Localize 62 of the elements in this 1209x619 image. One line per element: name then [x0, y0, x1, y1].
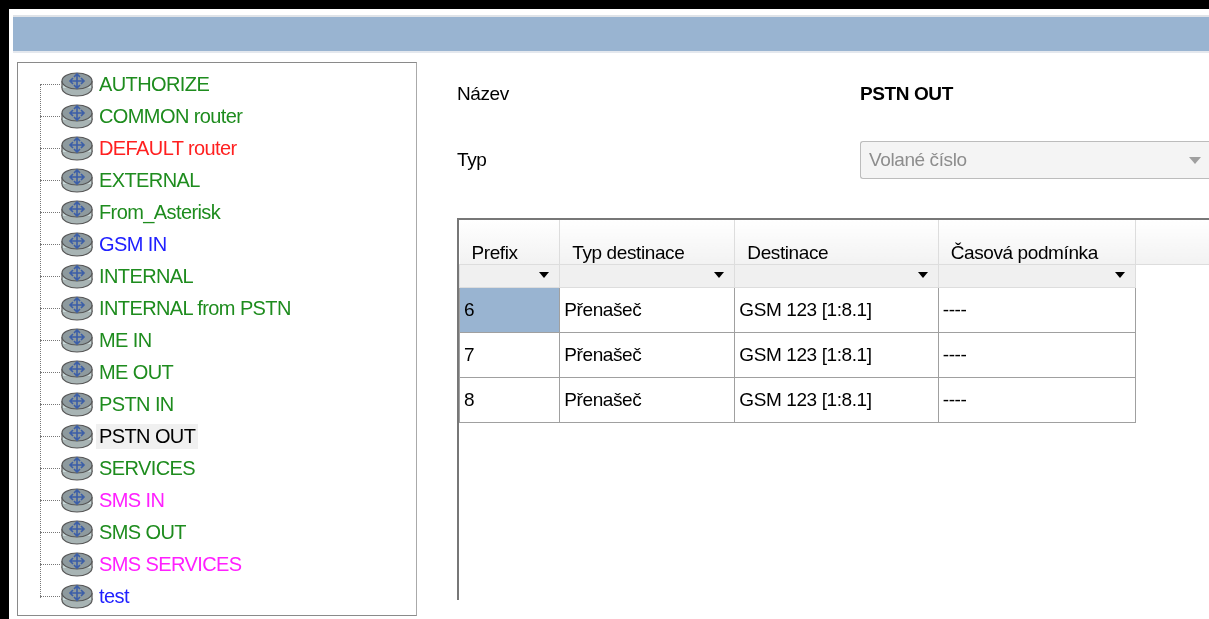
router-icon: [60, 326, 94, 354]
field-label: Název: [457, 83, 510, 105]
tree-item[interactable]: SMS OUT: [96, 519, 189, 545]
dropdown-arrow-icon: [917, 272, 928, 278]
tree-item[interactable]: PSTN OUT: [96, 423, 199, 449]
dropdown-arrow-icon: [1114, 272, 1125, 278]
router-icon: [60, 134, 94, 162]
tree-item[interactable]: GSM IN: [96, 231, 170, 257]
tree-item[interactable]: AUTHORIZE: [96, 71, 213, 97]
name-value: PSTN OUT: [860, 83, 953, 105]
table-cell: GSM 123 [1:8.1]: [734, 332, 939, 378]
filter-dropdown[interactable]: [559, 264, 735, 288]
table-cell: 6: [459, 287, 560, 333]
filter-dropdown[interactable]: [734, 264, 939, 288]
router-icon: [60, 454, 94, 482]
router-icon: [60, 102, 94, 130]
tree-item[interactable]: SMS SERVICES: [96, 551, 245, 577]
tree-item[interactable]: test: [96, 583, 132, 609]
dropdown-arrow-icon: [714, 272, 725, 278]
tree-item[interactable]: ME IN: [96, 327, 155, 353]
column-header[interactable]: Prefix: [459, 220, 560, 265]
tree-item[interactable]: SERVICES: [96, 455, 198, 481]
router-icon: [60, 70, 94, 98]
router-icon: [60, 518, 94, 546]
router-icon: [60, 390, 94, 418]
router-icon: [60, 230, 94, 258]
tree-item[interactable]: INTERNAL from PSTN: [96, 295, 294, 321]
table-cell: Přenašeč: [559, 332, 735, 378]
table-cell: ----: [938, 287, 1136, 333]
field-label: Typ: [457, 149, 488, 171]
column-header[interactable]: Časová podmínka: [938, 220, 1136, 265]
router-icon: [60, 358, 94, 386]
router-icon: [60, 486, 94, 514]
tree-item[interactable]: From_Asterisk: [96, 199, 224, 225]
tree-item[interactable]: ME OUT: [96, 359, 177, 385]
router-icon: [60, 582, 94, 610]
table-cell: GSM 123 [1:8.1]: [734, 377, 939, 423]
dropdown-arrow-icon: [1189, 156, 1201, 164]
tree-item[interactable]: INTERNAL: [96, 263, 197, 289]
table-cell: 7: [459, 332, 560, 378]
tree-item[interactable]: COMMON router: [96, 103, 246, 129]
router-icon: [60, 198, 94, 226]
column-header[interactable]: Destinace: [734, 220, 939, 265]
router-icon: [60, 422, 94, 450]
tree-item[interactable]: PSTN IN: [96, 391, 177, 417]
table-cell: Přenašeč: [559, 287, 735, 333]
router-icon: [60, 550, 94, 578]
filter-dropdown[interactable]: [938, 264, 1136, 288]
filter-dropdown[interactable]: [459, 264, 560, 288]
tree-item[interactable]: EXTERNAL: [96, 167, 203, 193]
table-cell: ----: [938, 377, 1136, 423]
table-cell: ----: [938, 332, 1136, 378]
table-cell: 8: [459, 377, 560, 423]
router-icon: [60, 166, 94, 194]
dropdown-arrow-icon: [539, 272, 550, 278]
tree-item[interactable]: DEFAULT router: [96, 135, 240, 161]
router-icon: [60, 262, 94, 290]
router-icon: [60, 294, 94, 322]
table-cell: GSM 123 [1:8.1]: [734, 287, 939, 333]
tree-item[interactable]: SMS IN: [96, 487, 168, 513]
column-header[interactable]: Typ destinace: [559, 220, 735, 265]
table-cell: Přenašeč: [559, 377, 735, 423]
